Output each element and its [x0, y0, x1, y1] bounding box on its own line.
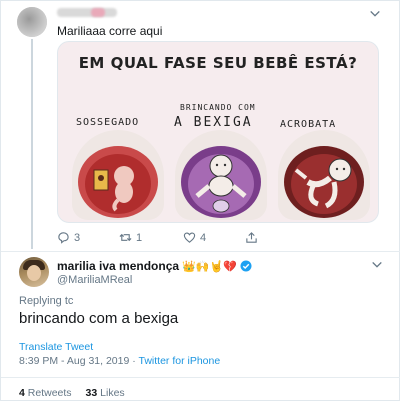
retweet-button[interactable]: 1	[119, 231, 142, 244]
share-icon	[246, 232, 257, 243]
panel-label-acrobata: ACROBATA	[280, 119, 337, 130]
likes-label: Likes	[100, 387, 125, 399]
likes-stat[interactable]: 33 Likes	[86, 387, 125, 399]
retweets-stat[interactable]: 4 Retweets	[19, 387, 72, 399]
divider	[1, 251, 400, 252]
like-button[interactable]: 4	[183, 231, 206, 244]
retweets-label: Retweets	[27, 387, 72, 399]
chevron-down-icon[interactable]	[371, 259, 383, 274]
author-name-row[interactable]: marilia iva mendonça 👑🙌🤘💔	[57, 259, 252, 273]
parent-tweet-text: Mariliaaa corre aqui	[57, 24, 163, 38]
tweet-media-image[interactable]: EM QUAL FASE SEU BEBÊ ESTÁ? SOSSEGADO BR…	[57, 41, 379, 223]
tweet-text: brincando com a bexiga	[19, 310, 179, 327]
parent-name-redacted-emoji	[91, 8, 105, 17]
share-button[interactable]	[245, 231, 258, 244]
retweet-icon	[119, 233, 132, 242]
thread-line	[31, 39, 33, 249]
replying-to: Replying tc	[19, 295, 74, 307]
panel-label-brincando-top: BRINCANDO COM	[180, 103, 256, 112]
heart-icon	[183, 232, 196, 243]
tweet-thread: Mariliaaa corre aqui EM QUAL FASE SEU BE…	[0, 0, 400, 401]
panel-label-sossegado: SOSSEGADO	[76, 117, 140, 128]
parent-avatar[interactable]	[17, 7, 47, 37]
parent-name-redacted	[57, 8, 117, 17]
like-count: 4	[200, 231, 207, 244]
tweet-stats: 4 Retweets 33 Likes	[19, 387, 125, 399]
retweets-count: 4	[19, 387, 25, 399]
media-title: EM QUAL FASE SEU BEBÊ ESTÁ?	[78, 54, 358, 72]
womb-illustration-bladder	[175, 130, 267, 220]
womb-illustration-calm	[72, 130, 164, 220]
reply-icon	[58, 232, 69, 244]
panel-label-bexiga: A BEXIGA	[174, 115, 253, 130]
author-name[interactable]: marilia iva mendonça	[57, 259, 179, 273]
reply-button[interactable]: 3	[57, 231, 80, 244]
tweet-meta: 8:39 PM - Aug 31, 2019 · Twitter for iPh…	[19, 355, 220, 367]
divider	[1, 377, 400, 378]
likes-count: 33	[85, 387, 98, 399]
tweet-source-link[interactable]: Twitter for iPhone	[138, 355, 220, 367]
author-name-emojis: 👑🙌🤘💔	[182, 259, 237, 273]
retweet-count: 1	[136, 231, 143, 244]
womb-illustration-acrobat	[278, 130, 370, 220]
author-handle[interactable]: @MariliaMReal	[57, 274, 132, 286]
translate-tweet-link[interactable]: Translate Tweet	[19, 341, 93, 353]
tweet-timestamp[interactable]: 8:39 PM - Aug 31, 2019	[19, 355, 129, 367]
avatar[interactable]	[19, 257, 49, 287]
verified-badge-icon	[240, 260, 252, 272]
chevron-down-icon[interactable]	[369, 8, 383, 22]
reply-count: 3	[74, 231, 81, 244]
parent-tweet-actions: 3 1 4	[57, 231, 287, 247]
